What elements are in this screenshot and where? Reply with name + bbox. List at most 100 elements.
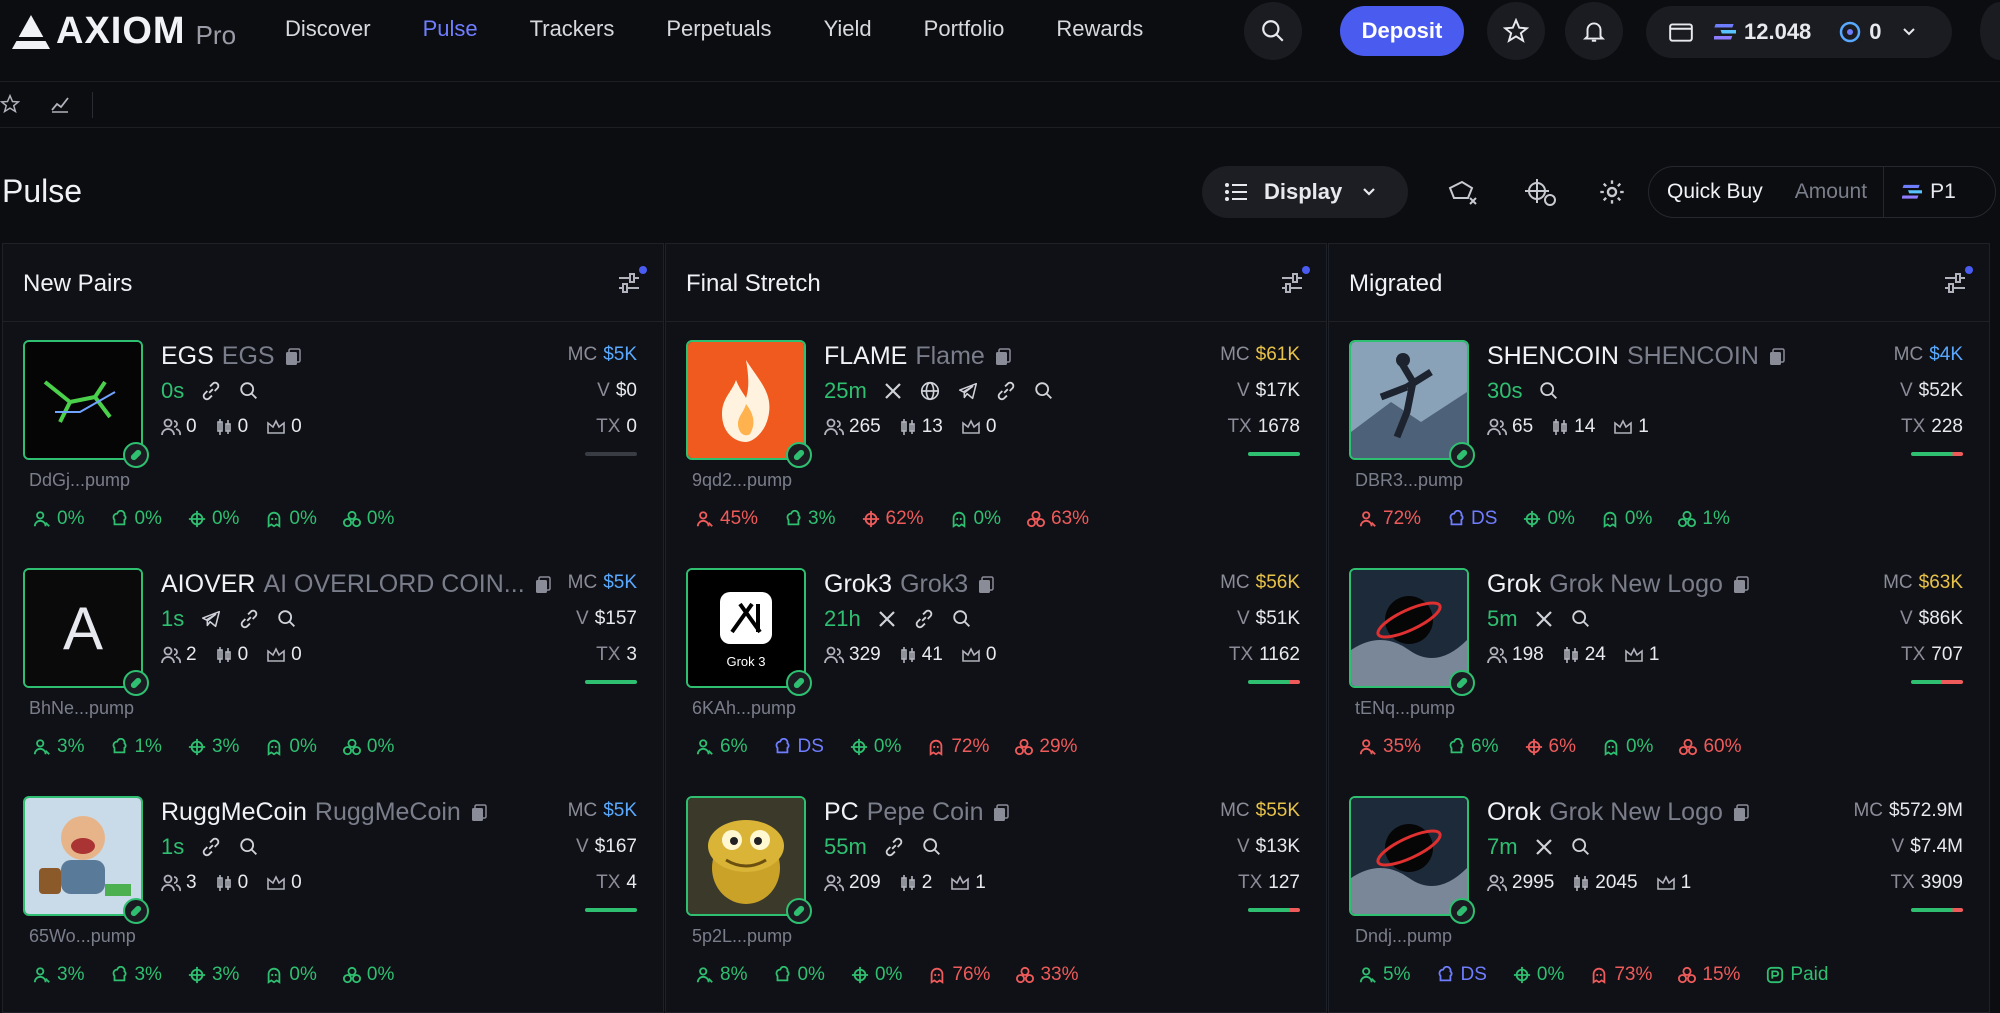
token-image[interactable] bbox=[23, 340, 143, 460]
pill-icon bbox=[130, 905, 142, 917]
x-icon[interactable] bbox=[877, 609, 897, 629]
nav-perpetuals[interactable]: Perpetuals bbox=[666, 16, 771, 42]
gear-icon[interactable] bbox=[1598, 178, 1626, 206]
token-image[interactable] bbox=[1349, 796, 1469, 916]
hide-tokens-icon[interactable] bbox=[1446, 178, 1480, 208]
token-image[interactable] bbox=[686, 796, 806, 916]
search-icon[interactable] bbox=[1570, 608, 1592, 630]
copy-icon[interactable] bbox=[1769, 347, 1785, 366]
copy-icon[interactable] bbox=[285, 347, 301, 366]
token-card[interactable]: A BhNe...pump AIOVER AI OVERLORD COIN...… bbox=[3, 550, 663, 778]
link-icon[interactable] bbox=[238, 608, 260, 630]
search-icon[interactable] bbox=[1033, 380, 1055, 402]
contract-address[interactable]: tENq...pump bbox=[1355, 698, 1455, 719]
link-icon[interactable] bbox=[883, 836, 905, 858]
search-icon[interactable] bbox=[951, 608, 973, 630]
contract-address[interactable]: DdGj...pump bbox=[29, 470, 130, 491]
nav-discover[interactable]: Discover bbox=[285, 16, 371, 42]
points-icon bbox=[1840, 21, 1861, 43]
copy-icon[interactable] bbox=[1733, 803, 1749, 822]
watchlist-button[interactable] bbox=[1487, 2, 1545, 60]
nav-portfolio[interactable]: Portfolio bbox=[924, 16, 1005, 42]
contract-address[interactable]: 6KAh...pump bbox=[692, 698, 796, 719]
token-card[interactable]: tENq...pump Grok Grok New Logo 5m 198 24… bbox=[1329, 550, 1989, 778]
metric-value: 72% bbox=[951, 736, 990, 757]
globe-icon[interactable] bbox=[919, 380, 941, 402]
token-card[interactable]: Grok 3 6KAh...pump Grok3 Grok3 21h 329 4… bbox=[666, 550, 1326, 778]
token-image[interactable]: Grok 3 bbox=[686, 568, 806, 688]
amount-input[interactable]: Amount bbox=[1795, 180, 1867, 204]
token-card[interactable]: 9qd2...pump FLAME Flame 25m 265 13 0 MC $… bbox=[666, 322, 1326, 550]
nav-trackers[interactable]: Trackers bbox=[530, 16, 615, 42]
crosshair-settings-icon[interactable] bbox=[1524, 178, 1558, 208]
token-card[interactable]: DdGj...pump EGS EGS 0s 0 0 0 MC $5K V $0 T… bbox=[3, 322, 663, 550]
search-icon[interactable] bbox=[921, 836, 943, 858]
nav-yield[interactable]: Yield bbox=[824, 16, 872, 42]
link-icon[interactable] bbox=[913, 608, 935, 630]
search-icon[interactable] bbox=[238, 836, 260, 858]
filter-button[interactable] bbox=[1280, 266, 1310, 294]
x-icon[interactable] bbox=[883, 381, 903, 401]
contract-address[interactable]: 9qd2...pump bbox=[692, 470, 792, 491]
search-icon[interactable] bbox=[1570, 836, 1592, 858]
contract-address[interactable]: 65Wo...pump bbox=[29, 926, 136, 947]
target-icon bbox=[850, 738, 868, 756]
profile-button[interactable] bbox=[1980, 2, 2000, 60]
filter-button[interactable] bbox=[617, 266, 647, 294]
pro-traders-count: 0 bbox=[291, 416, 302, 437]
token-card[interactable]: DBR3...pump SHENCOIN SHENCOIN 30s 65 14 … bbox=[1329, 322, 1989, 550]
user-icon bbox=[1359, 738, 1377, 756]
copy-icon[interactable] bbox=[978, 575, 994, 594]
copy-icon[interactable] bbox=[1733, 575, 1749, 594]
deposit-button[interactable]: Deposit bbox=[1340, 6, 1464, 56]
contract-address[interactable]: 5p2L...pump bbox=[692, 926, 792, 947]
link-icon[interactable] bbox=[995, 380, 1017, 402]
token-card[interactable]: Dndj...pump Orok Grok New Logo 7m 2995 2… bbox=[1329, 778, 1989, 1006]
notifications-button[interactable] bbox=[1565, 2, 1623, 60]
pill-icon bbox=[1456, 449, 1468, 461]
copy-icon[interactable] bbox=[535, 575, 551, 594]
holders-icon bbox=[824, 874, 844, 892]
axiom-logo[interactable]: AXIOM Pro bbox=[10, 10, 236, 53]
copy-icon[interactable] bbox=[995, 347, 1011, 366]
nav-pulse[interactable]: Pulse bbox=[423, 16, 478, 42]
contract-address[interactable]: BhNe...pump bbox=[29, 698, 134, 719]
metric-value: 15% bbox=[1702, 964, 1741, 985]
contract-address[interactable]: Dndj...pump bbox=[1355, 926, 1452, 947]
telegram-icon[interactable] bbox=[200, 608, 222, 630]
copy-icon[interactable] bbox=[993, 803, 1010, 822]
token-image[interactable] bbox=[1349, 340, 1469, 460]
search-button[interactable] bbox=[1244, 2, 1302, 60]
holders-count: 2995 bbox=[1512, 872, 1555, 893]
link-icon[interactable] bbox=[200, 380, 222, 402]
filter-button[interactable] bbox=[1943, 266, 1973, 294]
x-icon[interactable] bbox=[1534, 609, 1554, 629]
search-icon[interactable] bbox=[238, 380, 260, 402]
pro-traders-count: 1 bbox=[1638, 416, 1649, 437]
token-image[interactable] bbox=[1349, 568, 1469, 688]
search-icon[interactable] bbox=[276, 608, 298, 630]
token-image[interactable]: A bbox=[23, 568, 143, 688]
market-cap-value: $5K bbox=[603, 572, 637, 593]
pro-traders-count: 0 bbox=[291, 872, 302, 893]
pro-traders-stat: 1 bbox=[1624, 644, 1659, 666]
preset-selector[interactable]: P1 bbox=[1930, 180, 1956, 204]
nav-rewards[interactable]: Rewards bbox=[1056, 16, 1143, 42]
display-dropdown[interactable]: Display bbox=[1202, 166, 1408, 218]
link-icon[interactable] bbox=[200, 836, 222, 858]
star-outline-icon[interactable] bbox=[0, 94, 20, 114]
token-card[interactable]: 65Wo...pump RuggMeCoin RuggMeCoin 1s 3 0… bbox=[3, 778, 663, 1006]
telegram-icon[interactable] bbox=[957, 380, 979, 402]
pro-traders-stat: 0 bbox=[266, 416, 302, 438]
holders-stat: 0 bbox=[161, 416, 197, 438]
copy-icon[interactable] bbox=[471, 803, 487, 822]
tx-value: 3909 bbox=[1920, 872, 1963, 893]
contract-address[interactable]: DBR3...pump bbox=[1355, 470, 1463, 491]
wallet-menu[interactable]: 12.048 0 bbox=[1646, 6, 1952, 58]
x-icon[interactable] bbox=[1534, 837, 1554, 857]
search-icon[interactable] bbox=[1538, 380, 1560, 402]
chart-icon[interactable] bbox=[50, 94, 70, 114]
token-image[interactable] bbox=[23, 796, 143, 916]
token-image[interactable] bbox=[686, 340, 806, 460]
token-card[interactable]: 5p2L...pump PC Pepe Coin 55m 209 2 1 MC $… bbox=[666, 778, 1326, 1006]
